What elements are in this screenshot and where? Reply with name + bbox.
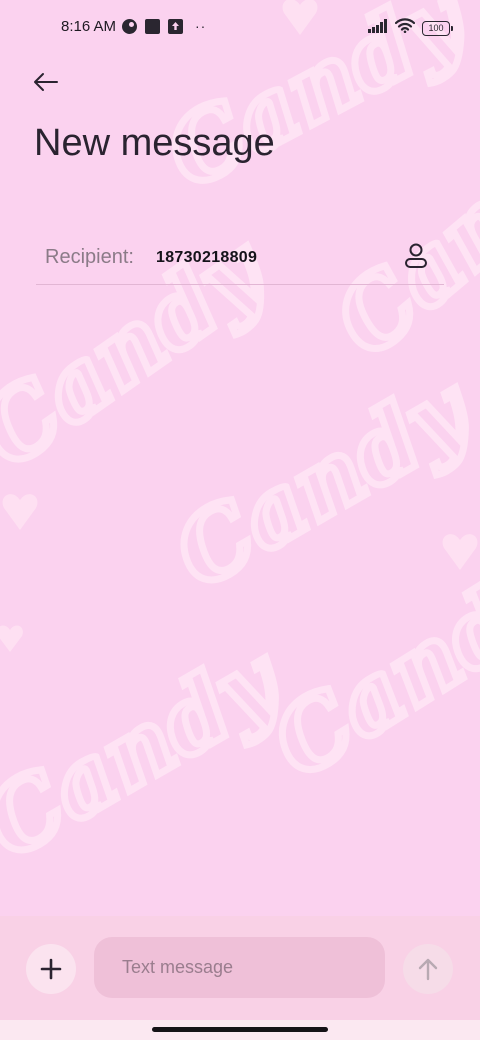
data-saver-icon [122,19,137,34]
home-indicator[interactable] [152,1027,328,1032]
wallpaper-candy-text: Candy [157,354,480,609]
status-bar: 8:16 AM ·· 100 [0,0,480,56]
notification-square-icon [145,19,160,34]
wallpaper-heart-icon [2,494,38,530]
plus-icon [40,958,62,980]
back-button[interactable] [26,62,66,102]
upload-icon [168,19,183,34]
message-input[interactable] [94,937,385,998]
contact-picker-button[interactable] [400,240,432,272]
battery-icon: 100 [422,20,453,36]
wallpaper-candy-text: Candy [254,536,480,799]
wallpaper-heart-icon [442,534,478,570]
wallpaper-candy-text: Candy [0,624,301,879]
add-attachment-button[interactable] [26,944,76,994]
navigation-bar [0,1020,480,1040]
person-icon [405,243,427,268]
status-left-icons: ·· [122,19,206,34]
wallpaper-heart-icon [0,625,23,652]
status-time: 8:16 AM [61,18,117,35]
compose-bar [0,916,480,1020]
status-right-icons: 100 [368,18,453,38]
signal-icon [368,18,388,38]
more-dots-icon: ·· [195,18,207,34]
recipient-field[interactable]: Recipient: 18730218809 [36,232,444,285]
arrow-up-icon [418,958,438,981]
new-message-screen: Candy Candy Candy Candy Candy Candy 8:16… [0,0,480,1040]
recipient-label: Recipient: [45,246,134,268]
arrow-left-icon [34,73,58,91]
page-title: New message [34,122,275,164]
wifi-icon [394,18,416,38]
recipient-number[interactable]: 18730218809 [156,249,257,267]
send-button[interactable] [403,944,453,994]
